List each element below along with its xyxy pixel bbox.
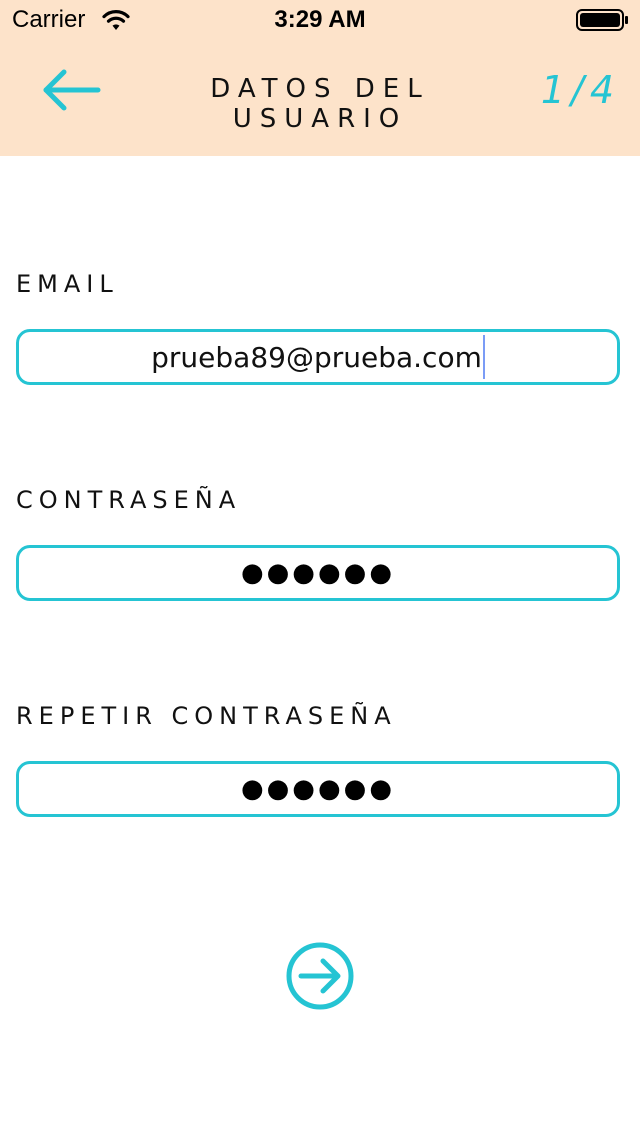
repeat-password-label: REPETIR CONTRASEÑA [16,702,397,730]
password-value: ●●●●●● [240,558,396,588]
email-value: prueba89@prueba.com [151,340,482,374]
repeat-password-field[interactable]: ●●●●●● [16,761,620,817]
next-button[interactable] [285,941,355,1011]
status-bar: Carrier 3:29 AM [0,0,640,40]
header: Carrier 3:29 AM DATOS DEL USUARIO 1/4 [0,0,640,156]
page-title: DATOS DEL USUARIO [210,74,430,134]
battery-icon [576,9,628,31]
arrow-right-circle-icon [286,942,354,1010]
step-indicator: 1/4 [540,68,620,112]
email-label: EMAIL [16,270,119,298]
arrow-left-icon [43,69,101,111]
text-caret [482,335,485,379]
password-field[interactable]: ●●●●●● [16,545,620,601]
screen: Carrier 3:29 AM DATOS DEL USUARIO 1/4 EM… [0,0,640,1136]
back-button[interactable] [36,62,106,118]
status-time: 3:29 AM [274,6,366,33]
email-field[interactable]: prueba89@prueba.com [16,329,620,385]
password-label: CONTRASEÑA [16,486,242,514]
repeat-password-value: ●●●●●● [240,774,396,804]
